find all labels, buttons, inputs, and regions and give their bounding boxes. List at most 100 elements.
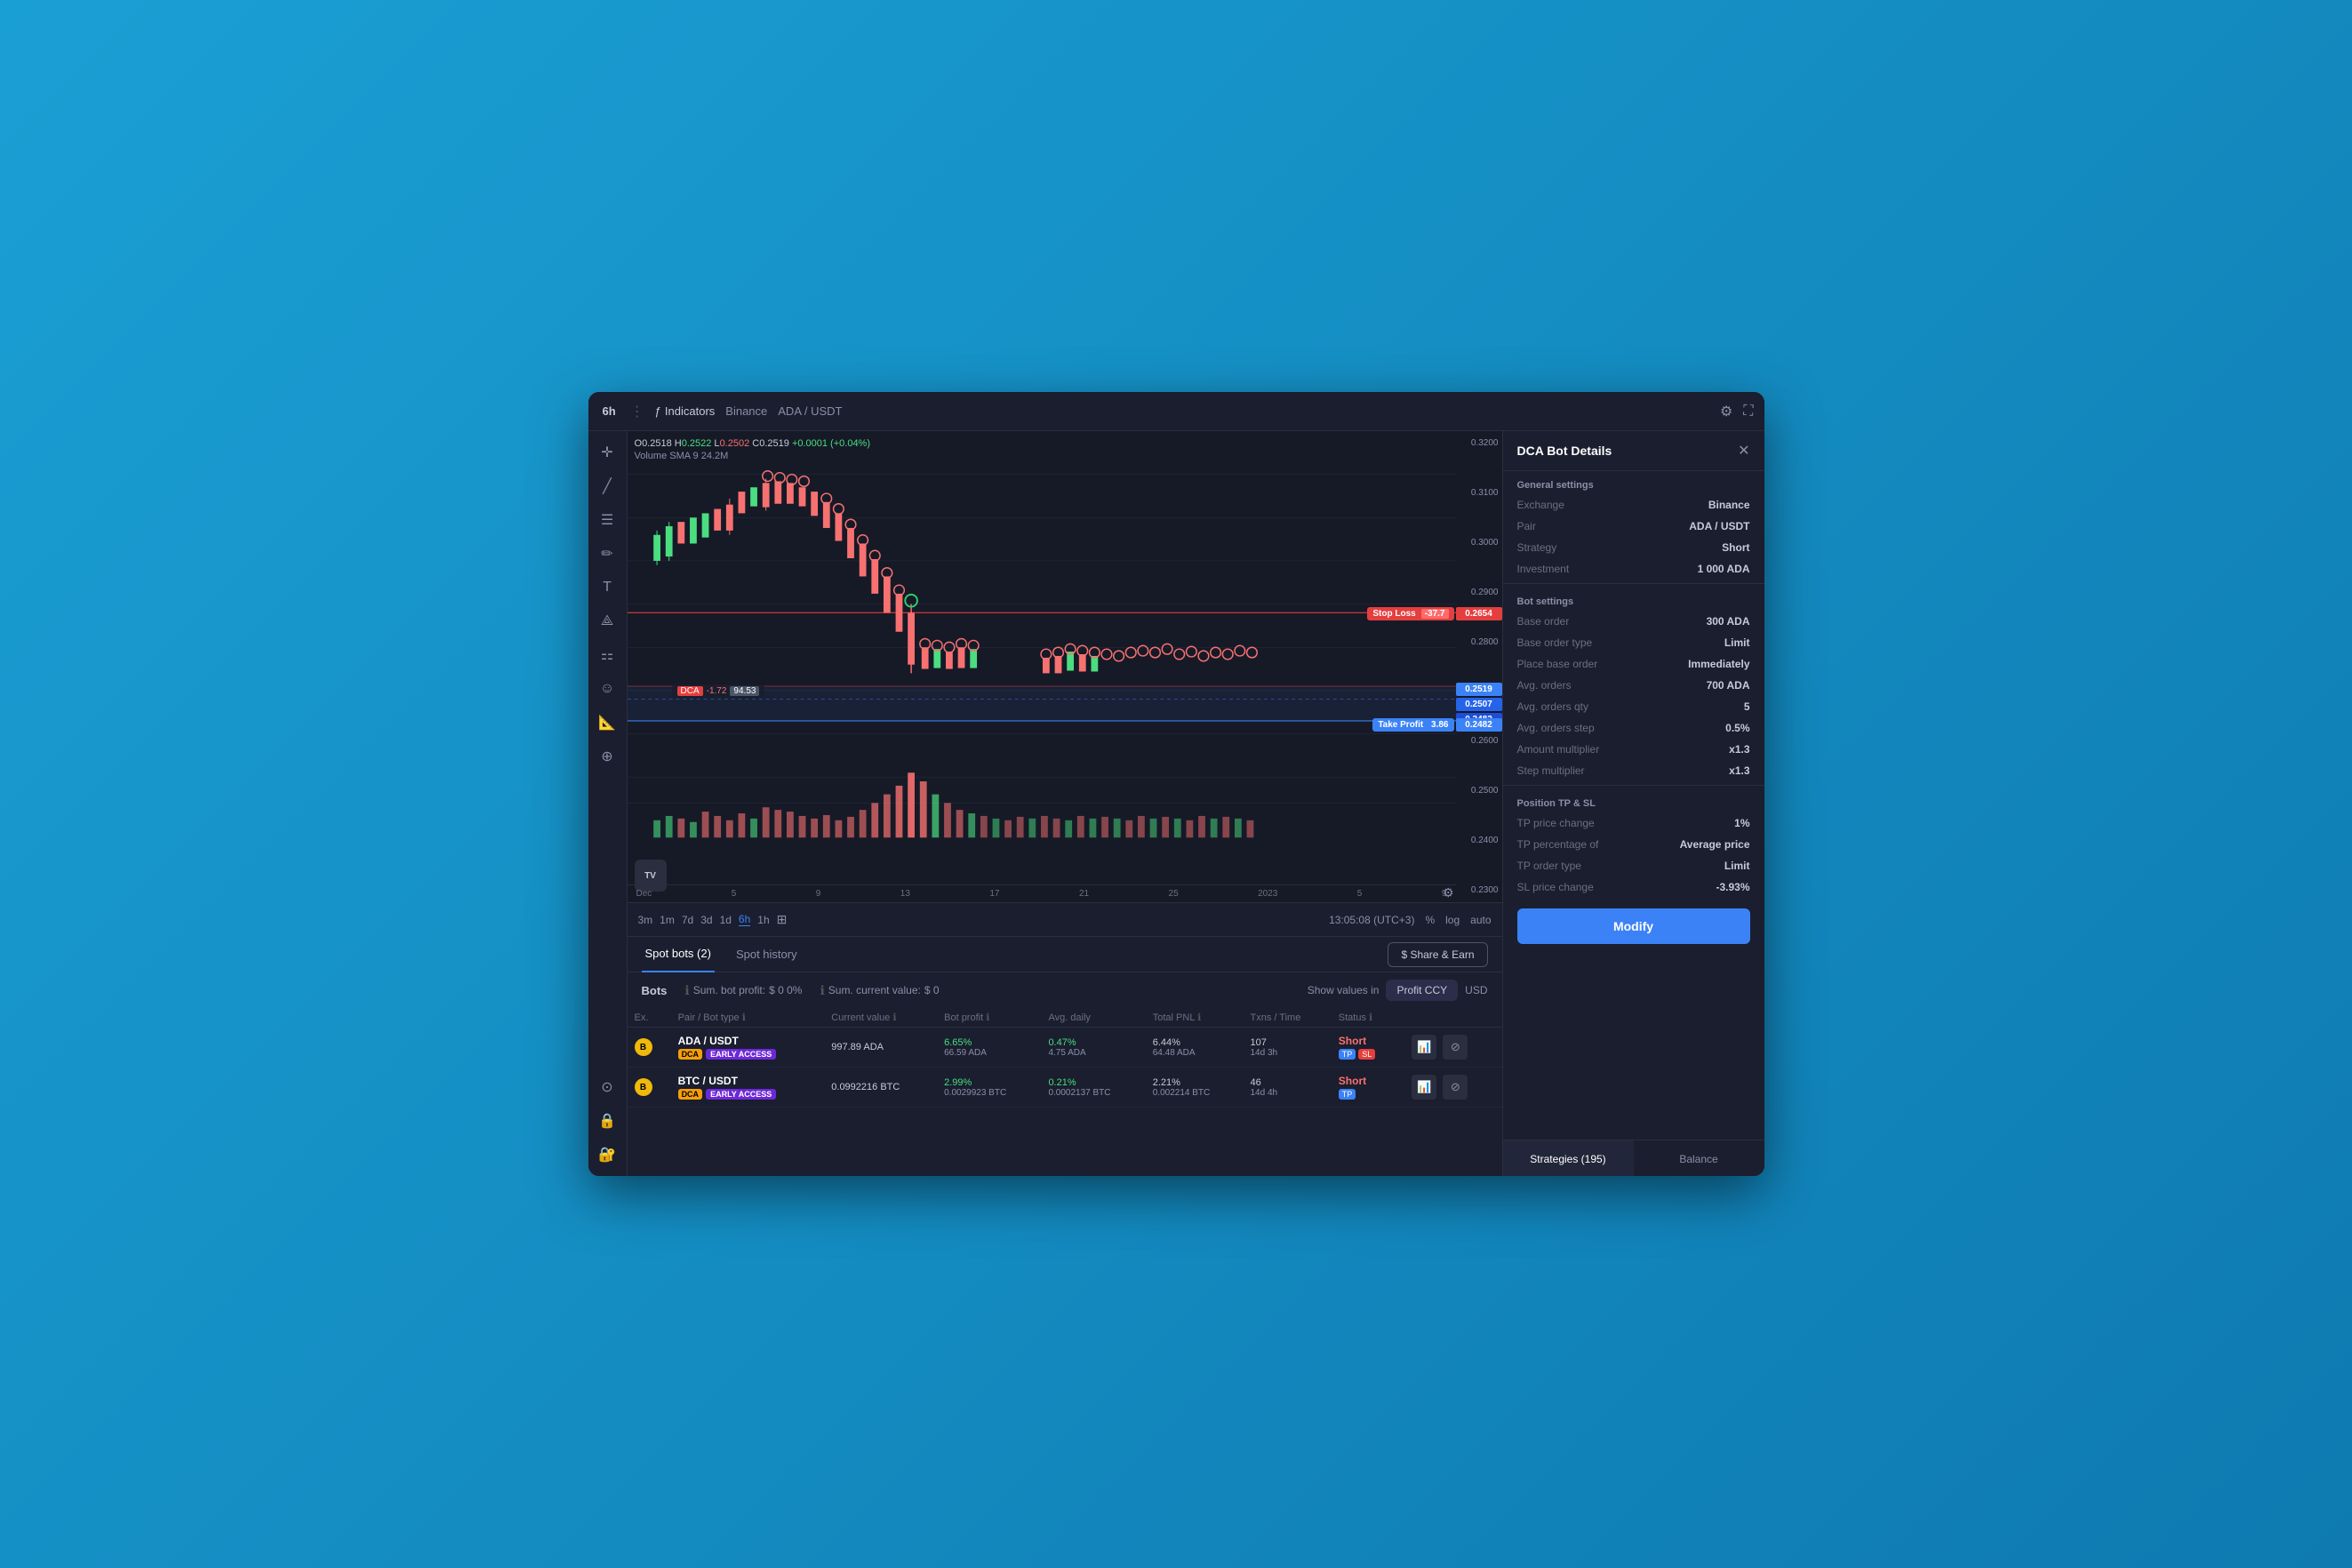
bottom-controls: 3m 1m 7d 3d 1d 6h 1h ⊞ 13:05:08 (UTC+3) … bbox=[628, 902, 1502, 936]
percent-btn[interactable]: % bbox=[1425, 914, 1435, 926]
take-profit-price: 0.2482 bbox=[1456, 718, 1502, 732]
cell-actions-1: 📊 ⊘ bbox=[1401, 1028, 1501, 1068]
tf-7d[interactable]: 7d bbox=[682, 914, 693, 926]
share-earn-button[interactable]: $ Share & Earn bbox=[1388, 942, 1487, 967]
tab-strategies[interactable]: Strategies (195) bbox=[1503, 1140, 1634, 1176]
early-access-tag-2: EARLY ACCESS bbox=[706, 1089, 776, 1100]
pair-label: ADA / USDT bbox=[778, 404, 842, 418]
settings-exchange: Exchange Binance bbox=[1503, 494, 1764, 516]
modify-button[interactable]: Modify bbox=[1517, 908, 1750, 944]
auto-btn[interactable]: auto bbox=[1470, 914, 1491, 926]
tf-1h[interactable]: 1h bbox=[757, 914, 769, 926]
settings-avg-orders: Avg. orders 700 ADA bbox=[1503, 675, 1764, 696]
col-total-pnl: Total PNL ℹ bbox=[1146, 1008, 1244, 1028]
top-bar: 6h ⋮ ƒ Indicators Binance ADA / USDT ⚙ ⛶ bbox=[588, 392, 1764, 431]
col-bot-profit: Bot profit ℹ bbox=[937, 1008, 1041, 1028]
tf-more[interactable]: ⊞ bbox=[777, 912, 788, 927]
settings-base-order-type: Base order type Limit bbox=[1503, 632, 1764, 653]
settings-investment: Investment 1 000 ADA bbox=[1503, 558, 1764, 580]
indicators-button[interactable]: ƒ Indicators bbox=[655, 404, 716, 418]
cell-profit-2: 2.99% 0.0029923 BTC bbox=[937, 1068, 1041, 1108]
ruler-tool[interactable]: 📐 bbox=[593, 708, 621, 737]
cell-value-1: 997.89 ADA bbox=[824, 1028, 937, 1068]
tab-spot-history[interactable]: Spot history bbox=[732, 937, 801, 972]
settings-icon[interactable]: ⚙ bbox=[1720, 403, 1732, 420]
ohlc-info: O0.2518 H0.2522 L0.2502 C0.2519 +0.0001 … bbox=[635, 438, 871, 461]
stop-loss-badge: -37.7 bbox=[1421, 609, 1449, 619]
left-toolbar: ✛ ╱ ☰ ✏ T ⟁ ⚏ ☺ 📐 ⊕ ⊙ 🔒 🔐 bbox=[588, 431, 628, 1176]
bots-title: Bots bbox=[642, 984, 668, 997]
node-tool[interactable]: ⟁ bbox=[593, 607, 621, 636]
binance-icon-1: B bbox=[635, 1038, 652, 1056]
price-axis: 0.3200 0.3100 0.3000 0.2900 0.2800 0.270… bbox=[1456, 431, 1502, 902]
tf-3d[interactable]: 3d bbox=[700, 914, 712, 926]
zoom-tool[interactable]: ⊕ bbox=[593, 742, 621, 771]
early-access-tag-1: EARLY ACCESS bbox=[706, 1049, 776, 1060]
tf-1m[interactable]: 1m bbox=[660, 914, 675, 926]
stop-button-2[interactable]: ⊘ bbox=[1443, 1075, 1468, 1100]
tab-spot-bots[interactable]: Spot bots (2) bbox=[642, 937, 715, 972]
settings-place-base-order: Place base order Immediately bbox=[1503, 653, 1764, 675]
bots-info-row: Bots ℹ Sum. bot profit: $ 0 0% ℹ Sum. cu… bbox=[628, 972, 1502, 1008]
expand-icon[interactable]: ⛶ bbox=[1743, 404, 1753, 420]
volume-info: Volume SMA 9 24.2M bbox=[635, 451, 871, 461]
stop-loss-price: 0.2654 bbox=[1456, 607, 1502, 620]
lock2-tool[interactable]: 🔐 bbox=[593, 1140, 621, 1169]
col-actions bbox=[1401, 1008, 1501, 1028]
cell-daily-1: 0.47% 4.75 ADA bbox=[1041, 1028, 1145, 1068]
lock-tool[interactable]: 🔒 bbox=[593, 1107, 621, 1135]
cell-profit-1: 6.65% 66.59 ADA bbox=[937, 1028, 1041, 1068]
table-row: B BTC / USDT DCA EARLY ACCESS 0.09922 bbox=[628, 1068, 1502, 1108]
tf-3m[interactable]: 3m bbox=[638, 914, 653, 926]
tp-badge-1: TP bbox=[1339, 1049, 1356, 1060]
settings-strategy: Strategy Short bbox=[1503, 537, 1764, 558]
tp-sl-title: Position TP & SL bbox=[1503, 789, 1764, 812]
crosshair-tool[interactable]: ✛ bbox=[593, 438, 621, 467]
tab-balance[interactable]: Balance bbox=[1634, 1140, 1764, 1176]
current-timeframe[interactable]: 6h bbox=[599, 403, 620, 420]
stop-loss-label: Stop Loss -37.7 bbox=[1367, 607, 1453, 620]
binance-icon-2: B bbox=[635, 1078, 652, 1096]
cell-pnl-2: 2.21% 0.002214 BTC bbox=[1146, 1068, 1244, 1108]
cell-pair-1: ADA / USDT DCA EARLY ACCESS bbox=[671, 1028, 825, 1068]
chart-svg bbox=[628, 431, 1458, 863]
close-button[interactable]: ✕ bbox=[1738, 442, 1749, 460]
bottom-panel: Spot bots (2) Spot history $ Share & Ear… bbox=[628, 936, 1502, 1176]
stats-button-2[interactable]: 📊 bbox=[1412, 1075, 1436, 1100]
chart-settings-gear[interactable]: ⚙ bbox=[1443, 885, 1454, 900]
cell-actions-2: 📊 ⊘ bbox=[1401, 1068, 1501, 1108]
col-avg-daily: Avg. daily bbox=[1041, 1008, 1145, 1028]
col-txns: Txns / Time bbox=[1243, 1008, 1331, 1028]
tf-1d[interactable]: 1d bbox=[720, 914, 732, 926]
bottom-time: 13:05:08 (UTC+3) % log auto bbox=[1329, 914, 1491, 926]
emoji-tool[interactable]: ☺ bbox=[593, 675, 621, 703]
dca-tag-2: DCA bbox=[678, 1089, 703, 1100]
brush-tool[interactable]: ✏ bbox=[593, 540, 621, 568]
top-bar-right: ⚙ ⛶ bbox=[1720, 403, 1754, 420]
bot-settings-title: Bot settings bbox=[1503, 588, 1764, 611]
profit-ccy-button[interactable]: Profit CCY bbox=[1386, 980, 1458, 1001]
settings-avg-orders-step: Avg. orders step 0.5% bbox=[1503, 717, 1764, 739]
magnet-tool[interactable]: ⊙ bbox=[593, 1073, 621, 1101]
settings-sl-price: SL price change -3.93% bbox=[1503, 876, 1764, 898]
right-panel-header: DCA Bot Details ✕ bbox=[1503, 431, 1764, 471]
log-btn[interactable]: log bbox=[1445, 914, 1460, 926]
show-values-row: Show values in Profit CCY USD bbox=[1308, 980, 1488, 1001]
stop-button-1[interactable]: ⊘ bbox=[1443, 1035, 1468, 1060]
exchange-label: Binance bbox=[725, 404, 767, 418]
right-panel-title: DCA Bot Details bbox=[1517, 444, 1612, 458]
usd-button[interactable]: USD bbox=[1465, 984, 1487, 996]
price-marker-1: 0.2519 bbox=[1456, 683, 1502, 696]
text-tool[interactable]: T bbox=[593, 573, 621, 602]
settings-tp-percentage: TP percentage of Average price bbox=[1503, 834, 1764, 855]
date-axis: Dec 5 9 13 17 21 25 2023 5 9 bbox=[628, 884, 1456, 902]
settings-pair: Pair ADA / USDT bbox=[1503, 516, 1764, 537]
tf-6h[interactable]: 6h bbox=[739, 913, 750, 926]
general-settings-title: General settings bbox=[1503, 471, 1764, 494]
horizontal-line-tool[interactable]: ☰ bbox=[593, 506, 621, 534]
chart-area: O0.2518 H0.2522 L0.2502 C0.2519 +0.0001 … bbox=[628, 431, 1502, 902]
pattern-tool[interactable]: ⚏ bbox=[593, 641, 621, 669]
stats-button-1[interactable]: 📊 bbox=[1412, 1035, 1436, 1060]
trend-line-tool[interactable]: ╱ bbox=[593, 472, 621, 500]
sl-badge-1: SL bbox=[1358, 1049, 1375, 1060]
